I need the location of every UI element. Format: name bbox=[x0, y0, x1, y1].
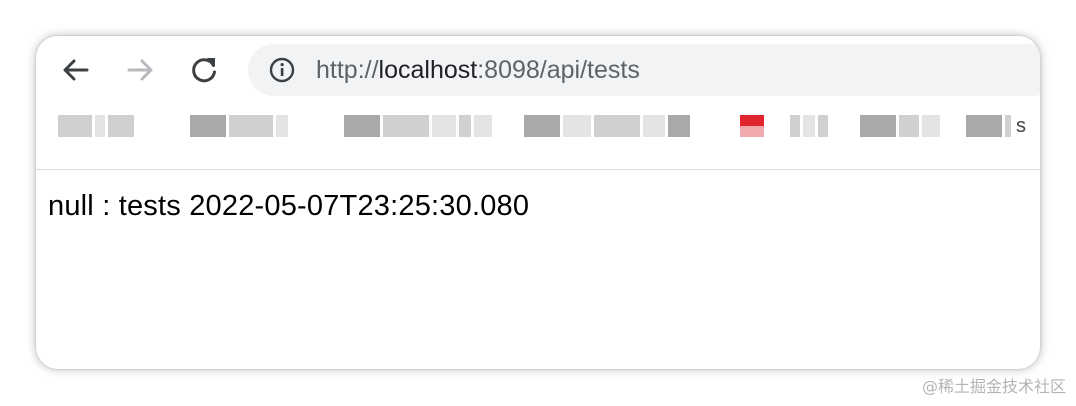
bookmark-item[interactable] bbox=[524, 114, 690, 138]
url-host: localhost bbox=[378, 56, 478, 84]
address-bar[interactable]: http://localhost:8098/api/tests bbox=[248, 44, 1040, 96]
reload-icon bbox=[192, 58, 216, 83]
url-text[interactable]: http://localhost:8098/api/tests bbox=[316, 57, 640, 83]
bookmark-item[interactable] bbox=[740, 114, 764, 138]
bookmark-item[interactable] bbox=[58, 114, 134, 138]
forward-button[interactable] bbox=[120, 50, 160, 90]
bookmark-item[interactable] bbox=[860, 114, 940, 138]
bookmark-item[interactable]: s bbox=[966, 114, 1026, 138]
url-scheme: http:// bbox=[316, 56, 379, 84]
browser-toolbar: http://localhost:8098/api/tests s bbox=[36, 36, 1040, 170]
page-body-text: null : tests 2022-05-07T23:25:30.080 bbox=[48, 190, 530, 222]
bookmark-item[interactable] bbox=[344, 114, 492, 138]
reload-button[interactable] bbox=[184, 50, 224, 90]
bookmarks-bar: s bbox=[36, 110, 1040, 144]
browser-window: http://localhost:8098/api/tests s null:… bbox=[36, 36, 1040, 369]
bookmark-item[interactable] bbox=[790, 114, 828, 138]
bookmark-item[interactable] bbox=[190, 114, 288, 138]
watermark: @稀土掘金技术社区 bbox=[921, 377, 1066, 396]
url-path: :8098/api/tests bbox=[477, 56, 640, 84]
back-button[interactable] bbox=[56, 50, 96, 90]
arrow-right-icon bbox=[127, 59, 153, 81]
bookmark-label: s bbox=[1016, 114, 1026, 137]
info-icon[interactable] bbox=[269, 57, 295, 83]
arrow-left-icon bbox=[63, 59, 89, 81]
